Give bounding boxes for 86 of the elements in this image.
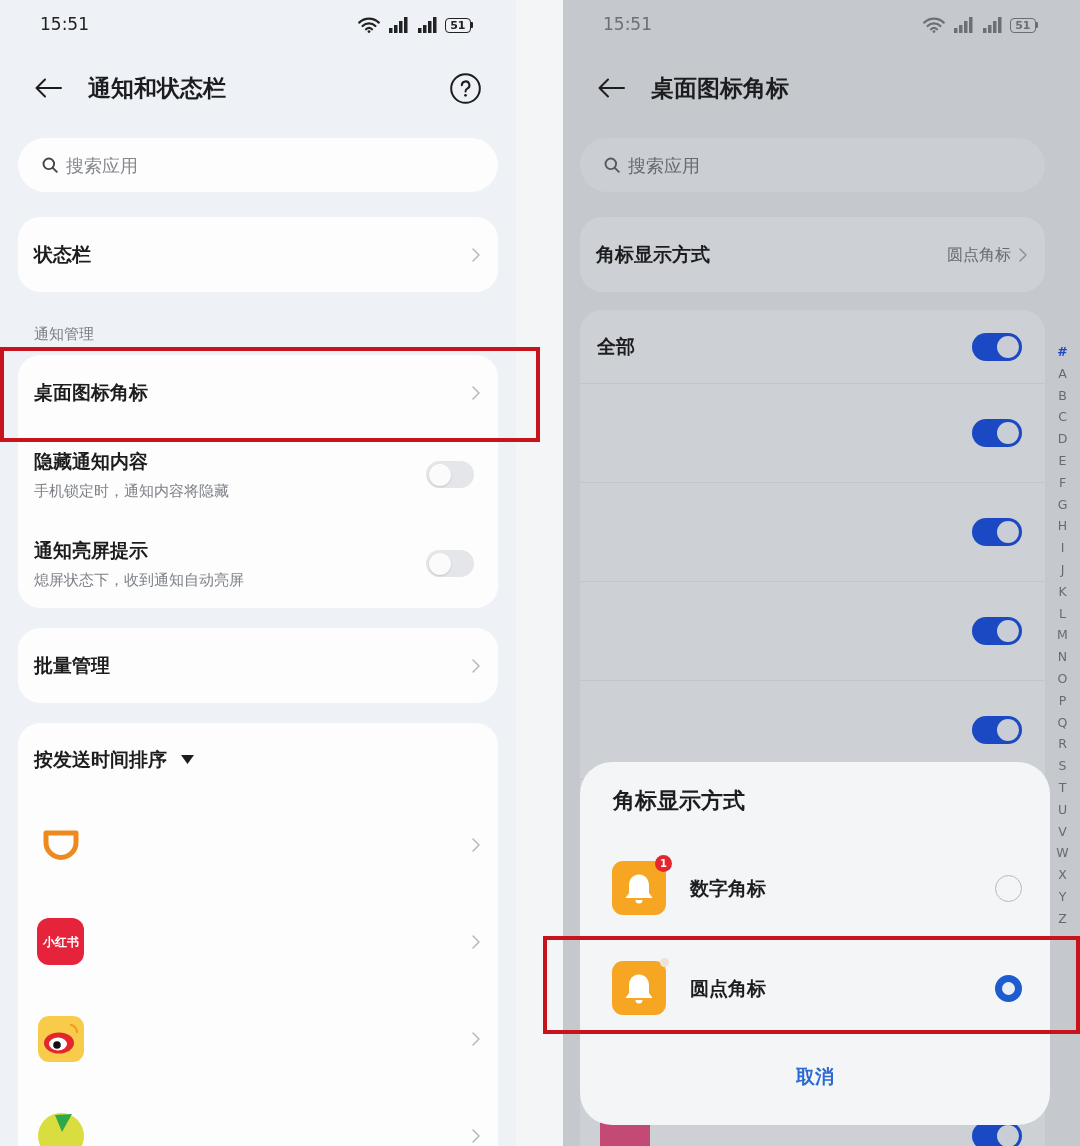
signal-icon	[952, 17, 975, 33]
search-field[interactable]: 搜索应用	[18, 138, 498, 192]
count-badge: 1	[655, 855, 672, 872]
index-letter[interactable]: K	[1058, 580, 1067, 603]
radio-button[interactable]	[995, 974, 1022, 1002]
index-letter[interactable]: Q	[1057, 711, 1068, 734]
index-letter[interactable]: Y	[1058, 885, 1067, 908]
chevron-right-icon	[472, 1128, 480, 1143]
toggle-switch[interactable]	[426, 461, 474, 488]
caret-down-icon	[181, 755, 194, 764]
index-letter[interactable]: W	[1056, 842, 1069, 865]
back-icon[interactable]	[598, 78, 625, 98]
index-letter[interactable]: V	[1058, 820, 1067, 843]
index-letter[interactable]: A	[1058, 362, 1067, 385]
setting-title[interactable]: 批量管理	[34, 651, 472, 680]
signal-icon	[981, 17, 1004, 33]
chevron-right-icon	[472, 247, 480, 262]
index-letter[interactable]: M	[1057, 624, 1068, 647]
bell-icon	[612, 861, 666, 915]
signal-icon	[387, 17, 410, 33]
toggle-switch[interactable]	[972, 518, 1022, 546]
clock-time: 15:51	[603, 13, 652, 37]
setting-title: 通知亮屏提示	[34, 537, 149, 563]
setting-description: 手机锁定时，通知内容将隐藏	[34, 481, 230, 502]
index-letter[interactable]: C	[1058, 406, 1067, 429]
index-letter[interactable]: J	[1060, 558, 1065, 581]
index-letter[interactable]: E	[1058, 450, 1067, 472]
search-icon	[604, 157, 620, 173]
chevron-right-icon	[472, 934, 480, 949]
index-letter[interactable]: H	[1057, 515, 1068, 538]
index-letter[interactable]: D	[1057, 428, 1068, 450]
chevron-right-icon	[472, 837, 480, 852]
battery-indicator: 51	[445, 17, 473, 33]
index-letter[interactable]: P	[1058, 689, 1067, 712]
app-icon: 小红书	[37, 918, 84, 965]
setting-title: 全部	[597, 334, 636, 360]
index-letter[interactable]: N	[1057, 646, 1068, 668]
index-letter[interactable]: #	[1057, 341, 1068, 363]
battery-indicator: 51	[1010, 17, 1038, 33]
section-label: 通知管理	[33, 324, 95, 345]
bell-icon	[612, 961, 666, 1015]
index-letter[interactable]: S	[1058, 755, 1067, 777]
toggle-switch[interactable]	[972, 716, 1022, 744]
wifi-icon	[923, 17, 946, 33]
setting-description: 熄屏状态下，收到通知自动亮屏	[34, 570, 245, 591]
chevron-right-icon	[1019, 247, 1027, 262]
index-letter[interactable]: F	[1058, 471, 1067, 494]
help-icon[interactable]	[450, 72, 481, 104]
toggle-switch[interactable]	[972, 617, 1022, 645]
sort-dropdown[interactable]: 按发送时间排序	[34, 745, 194, 774]
dot-badge-icon	[660, 958, 669, 967]
chevron-right-icon	[472, 1031, 480, 1046]
clock-time: 15:51	[40, 13, 89, 37]
index-letter[interactable]: X	[1058, 864, 1067, 886]
search-icon	[42, 157, 58, 173]
setting-title[interactable]: 状态栏	[34, 240, 472, 269]
index-letter[interactable]: R	[1058, 733, 1067, 756]
setting-value: 圆点角标	[947, 243, 1011, 266]
index-letter[interactable]: U	[1057, 798, 1068, 821]
chevron-right-icon	[472, 658, 480, 673]
index-letter[interactable]: O	[1057, 667, 1068, 690]
toggle-switch[interactable]	[972, 419, 1022, 447]
index-letter[interactable]: T	[1058, 776, 1067, 799]
option-label[interactable]: 圆点角标	[690, 973, 995, 1003]
index-letter[interactable]: L	[1059, 602, 1066, 625]
page-title: 桌面图标角标	[651, 73, 790, 103]
toggle-switch[interactable]	[426, 550, 474, 577]
signal-icon	[416, 17, 439, 33]
index-letter[interactable]: B	[1058, 384, 1067, 407]
setting-title[interactable]: 桌面图标角标	[34, 378, 472, 407]
index-letter[interactable]: I	[1060, 537, 1065, 559]
option-label[interactable]: 数字角标	[690, 873, 995, 903]
search-field[interactable]: 搜索应用	[580, 138, 1045, 192]
toggle-switch[interactable]	[972, 332, 1022, 361]
app-icon	[37, 1015, 84, 1062]
app-icon	[37, 1112, 84, 1146]
setting-title[interactable]: 角标显示方式	[596, 240, 947, 269]
index-letter[interactable]: G	[1057, 493, 1068, 516]
cancel-button[interactable]: 取消	[784, 1057, 846, 1095]
back-icon[interactable]	[35, 78, 62, 98]
index-letter[interactable]: Z	[1058, 907, 1067, 930]
wifi-icon	[358, 17, 381, 33]
sheet-title: 角标显示方式	[611, 786, 746, 815]
setting-title: 隐藏通知内容	[34, 448, 149, 474]
page-title: 通知和状态栏	[88, 73, 227, 103]
chevron-right-icon	[472, 385, 480, 400]
